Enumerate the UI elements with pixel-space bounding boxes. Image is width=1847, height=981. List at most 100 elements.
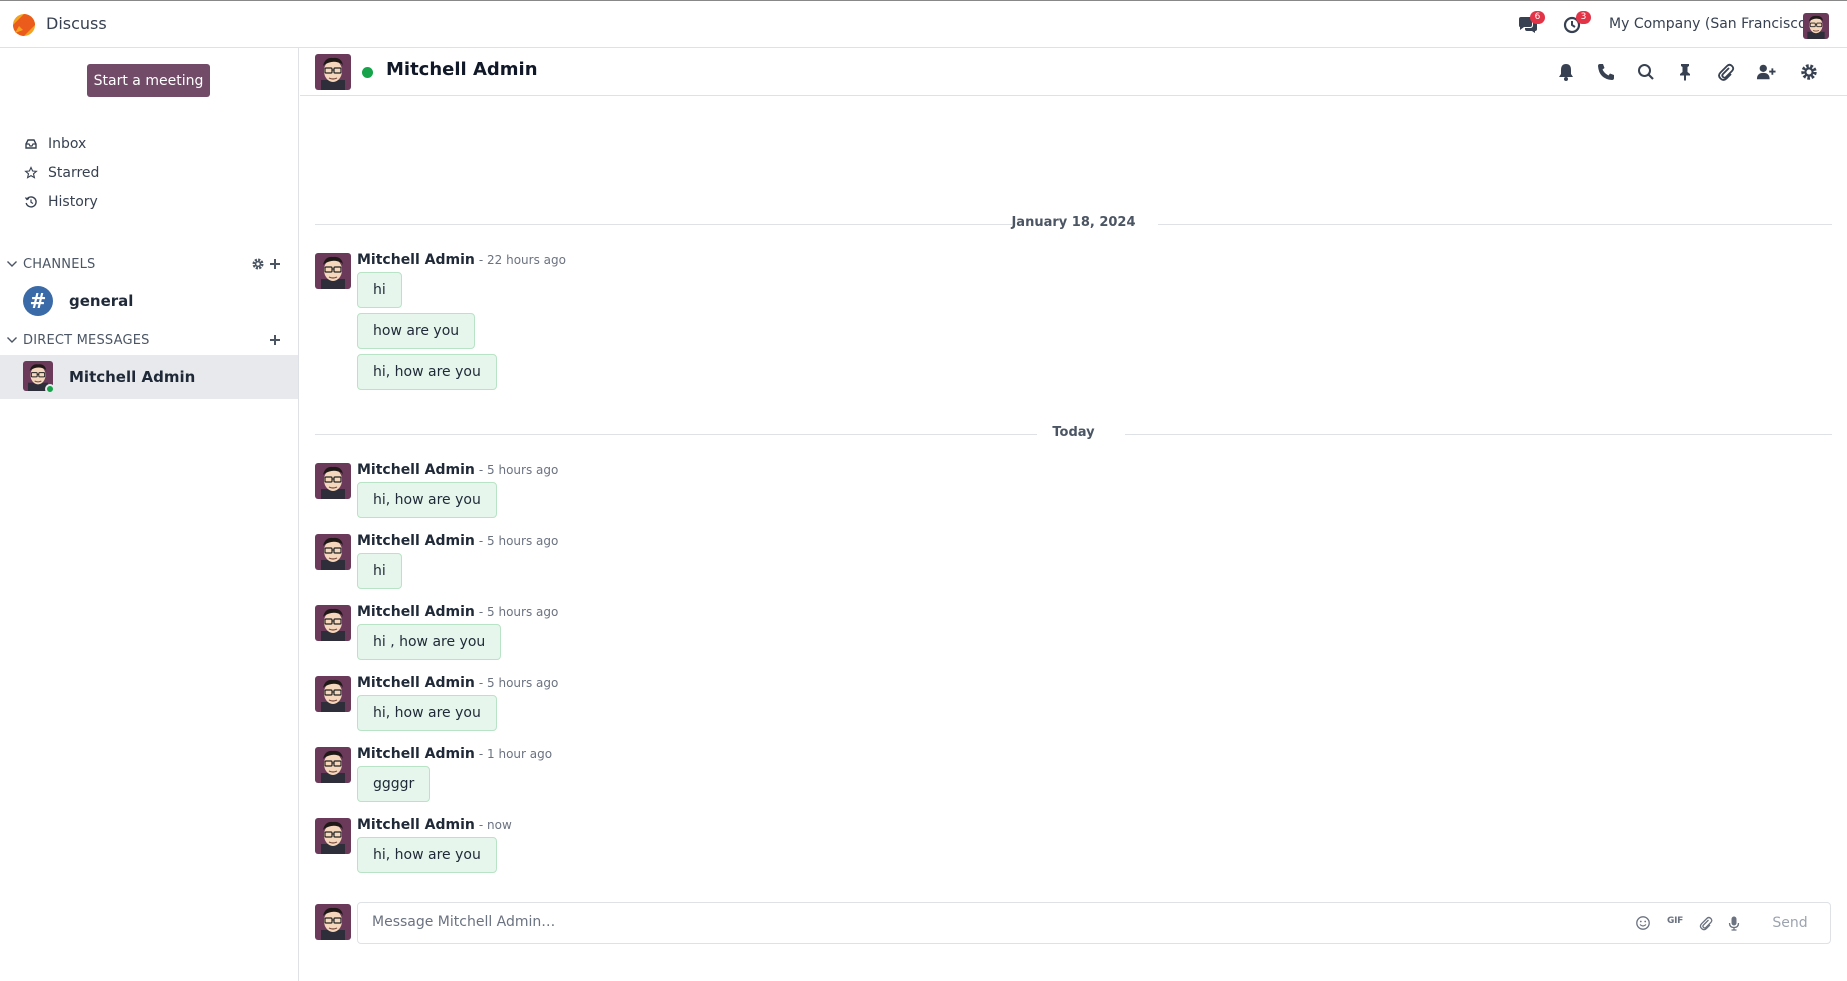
message-avatar[interactable] [315, 253, 351, 289]
message-author[interactable]: Mitchell Admin [357, 533, 475, 549]
message-bubble[interactable]: hi , how are you [357, 624, 502, 660]
message-avatar[interactable] [315, 747, 351, 783]
phone-icon[interactable] [1596, 62, 1616, 82]
dm-item-label: Mitchell Admin [69, 368, 196, 386]
mailbox-starred-label: Starred [48, 165, 100, 181]
message-author[interactable]: Mitchell Admin [357, 462, 475, 478]
message-bubble[interactable]: how are you [357, 313, 476, 349]
message-bubble[interactable]: hi, how are you [357, 482, 497, 518]
message-author[interactable]: Mitchell Admin [357, 746, 475, 762]
date-separator-label: Today [1052, 425, 1095, 440]
mailbox-inbox-label: Inbox [48, 136, 87, 152]
add-chat-plus-icon[interactable] [268, 333, 282, 347]
search-icon[interactable] [1636, 62, 1656, 82]
message-avatar[interactable] [315, 463, 351, 499]
message-date: - 5 hours ago [478, 534, 559, 548]
direct-messages-category: DIRECT MESSAGES [0, 329, 299, 355]
message-avatar[interactable] [315, 534, 351, 570]
activities-systray[interactable]: 3 [1563, 11, 1591, 35]
message-bubble[interactable]: hi, how are you [357, 695, 497, 731]
thread-avatar-image [315, 54, 351, 90]
star-icon [24, 166, 38, 179]
chevron-down-icon[interactable] [6, 334, 18, 346]
discuss-logo-icon[interactable] [12, 13, 36, 37]
message-bubble[interactable]: hi, how are you [357, 837, 497, 873]
avatar-image [315, 818, 351, 854]
add-channel-plus-icon[interactable] [268, 257, 282, 271]
history-icon [24, 196, 37, 208]
message-header: Mitchell Admin - 5 hours ago [357, 675, 558, 691]
add-user-icon[interactable] [1756, 62, 1776, 82]
online-status-icon [362, 67, 373, 78]
app-title[interactable]: Discuss [46, 14, 107, 33]
message-date: - now [478, 818, 512, 832]
channels-header-label[interactable]: CHANNELS [23, 257, 96, 272]
start-meeting-button[interactable]: Start a meeting [87, 64, 210, 97]
channel-item-general[interactable]: # general [0, 279, 298, 323]
channel-settings-gear-icon[interactable] [251, 257, 265, 271]
paperclip-icon[interactable] [1716, 62, 1736, 82]
activities-badge: 3 [1576, 11, 1591, 24]
message-date: - 5 hours ago [478, 676, 559, 690]
top-navbar: Discuss 6 3 My Company (San Francisco) [0, 0, 1847, 48]
microphone-icon[interactable] [1726, 915, 1742, 931]
mailbox-starred[interactable]: Starred [24, 161, 99, 185]
message-bubble[interactable]: hi [357, 272, 402, 308]
hashtag-icon: # [23, 286, 53, 316]
user-avatar-image [1803, 13, 1829, 39]
message-author[interactable]: Mitchell Admin [357, 817, 475, 833]
message-author[interactable]: Mitchell Admin [357, 252, 475, 268]
discuss-sidebar: Start a meeting Inbox Starred History CH… [0, 48, 299, 981]
message-bubble[interactable]: hi [357, 553, 402, 589]
message-date: - 5 hours ago [478, 463, 559, 477]
message-avatar[interactable] [315, 676, 351, 712]
date-separator-label: January 18, 2024 [1011, 215, 1136, 230]
message-composer: GIF Send [357, 902, 1831, 944]
gear-icon[interactable] [1799, 62, 1819, 82]
chevron-down-icon[interactable] [6, 258, 18, 270]
message-avatar[interactable] [315, 818, 351, 854]
composer-avatar [315, 904, 351, 940]
online-status-icon [45, 384, 55, 394]
message-list[interactable]: January 18, 2024 Mitchell Admin - 22 hour… [300, 97, 1847, 887]
dm-item-mitchell-admin[interactable]: Mitchell Admin [0, 355, 298, 399]
message-avatar[interactable] [315, 605, 351, 641]
message-header: Mitchell Admin - 5 hours ago [357, 604, 558, 620]
avatar-image [315, 605, 351, 641]
user-avatar[interactable] [1803, 13, 1829, 39]
company-switcher[interactable]: My Company (San Francisco) [1609, 16, 1812, 32]
pin-icon[interactable] [1675, 62, 1695, 82]
gif-icon[interactable]: GIF [1667, 916, 1683, 926]
avatar-image [315, 676, 351, 712]
thread-avatar[interactable] [315, 54, 351, 90]
message-header: Mitchell Admin - 5 hours ago [357, 462, 558, 478]
mailbox-history[interactable]: History [24, 190, 98, 214]
avatar-image [315, 463, 351, 499]
avatar-image [315, 253, 351, 289]
message-bubble[interactable]: hi, how are you [357, 354, 497, 390]
message-date: - 1 hour ago [478, 747, 553, 761]
thread-name[interactable]: Mitchell Admin [386, 59, 538, 80]
message-input[interactable] [372, 911, 1622, 933]
avatar-image [315, 904, 351, 940]
message-date: - 22 hours ago [478, 253, 566, 267]
message-header: Mitchell Admin - 1 hour ago [357, 746, 552, 762]
mailbox-inbox[interactable]: Inbox [24, 132, 86, 156]
messages-badge: 6 [1530, 11, 1545, 24]
message-author[interactable]: Mitchell Admin [357, 604, 475, 620]
direct-messages-header-label[interactable]: DIRECT MESSAGES [23, 333, 150, 348]
bell-icon[interactable] [1556, 62, 1576, 82]
message-author[interactable]: Mitchell Admin [357, 675, 475, 691]
mailbox-history-label: History [48, 194, 98, 210]
messages-systray[interactable]: 6 [1517, 11, 1545, 35]
send-button[interactable]: Send [1758, 907, 1822, 939]
date-separator: January 18, 2024 [315, 214, 1832, 234]
attachment-paperclip-icon[interactable] [1698, 915, 1714, 931]
avatar-image [315, 747, 351, 783]
channels-category: CHANNELS [0, 253, 299, 279]
message-bubble[interactable]: ggggr [357, 766, 431, 802]
message-header: Mitchell Admin - now [357, 817, 512, 833]
message-header: Mitchell Admin - 22 hours ago [357, 252, 566, 268]
emoji-icon[interactable] [1635, 915, 1651, 931]
message-header: Mitchell Admin - 5 hours ago [357, 533, 558, 549]
